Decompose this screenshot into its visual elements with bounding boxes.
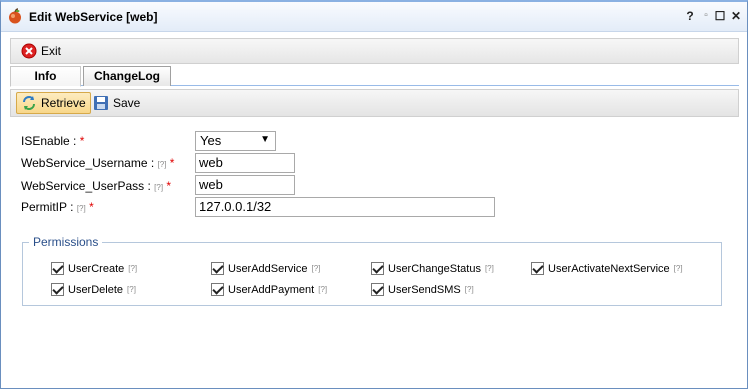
- checkbox-checked-icon[interactable]: [371, 283, 384, 296]
- permission-item[interactable]: UserSendSMS [?]: [371, 283, 474, 296]
- help-marker[interactable]: [?]: [465, 285, 474, 294]
- exit-button[interactable]: Exit: [17, 40, 65, 62]
- permissions-legend: Permissions: [33, 235, 99, 249]
- checkbox-checked-icon[interactable]: [211, 262, 224, 275]
- help-marker[interactable]: [?]: [127, 285, 136, 294]
- help-marker[interactable]: [?]: [311, 264, 320, 273]
- userpass-label: WebService_UserPass :: [21, 179, 151, 193]
- required-marker: *: [166, 179, 172, 193]
- required-marker: *: [169, 156, 175, 170]
- permission-label: UserChangeStatus: [388, 262, 481, 275]
- username-label-row: WebService_Username : [?] *: [21, 156, 174, 170]
- retrieve-button[interactable]: Retrieve: [16, 92, 91, 114]
- tab-changelog[interactable]: ChangeLog: [83, 66, 171, 86]
- retrieve-label: Retrieve: [41, 96, 86, 110]
- floppy-disk-icon: [94, 96, 108, 110]
- permitip-label-row: PermitIP : [?] *: [21, 200, 94, 214]
- dropdown-arrow-icon: ▼: [260, 134, 270, 145]
- isenable-value: Yes: [200, 133, 222, 148]
- checkbox-checked-icon[interactable]: [531, 262, 544, 275]
- username-field[interactable]: web: [195, 153, 295, 173]
- help-marker[interactable]: [?]: [154, 183, 163, 192]
- userpass-field[interactable]: web: [195, 175, 295, 195]
- checkbox-checked-icon[interactable]: [51, 262, 64, 275]
- window-title: Edit WebService [web]: [29, 10, 158, 24]
- permission-label: UserSendSMS: [388, 283, 461, 296]
- minimize-icon[interactable]: ▫: [699, 9, 713, 23]
- exit-label: Exit: [41, 44, 62, 58]
- save-label: Save: [113, 96, 141, 110]
- tab-strip: Info ChangeLog: [10, 65, 739, 87]
- permission-label: UserAddService: [228, 262, 308, 275]
- top-toolbar: Exit: [10, 38, 739, 64]
- help-marker[interactable]: [?]: [485, 264, 494, 273]
- checkbox-checked-icon[interactable]: [51, 283, 64, 296]
- permission-item[interactable]: UserAddService [?]: [211, 262, 320, 275]
- help-marker[interactable]: [?]: [77, 204, 86, 213]
- isenable-select[interactable]: Yes ▼: [195, 131, 276, 151]
- action-toolbar: Retrieve Save: [10, 89, 739, 117]
- permitip-field[interactable]: 127.0.0.1/32: [195, 197, 495, 217]
- checkbox-checked-icon[interactable]: [371, 262, 384, 275]
- permission-label: UserAddPayment: [228, 283, 315, 296]
- isenable-label: ISEnable :: [21, 134, 77, 148]
- isenable-label-row: ISEnable : *: [21, 134, 84, 148]
- permission-label: UserCreate: [68, 262, 125, 275]
- permitip-label: PermitIP :: [21, 200, 74, 214]
- exit-icon: [21, 43, 37, 59]
- help-marker[interactable]: [?]: [318, 285, 327, 294]
- tab-info[interactable]: Info: [10, 66, 81, 87]
- userpass-label-row: WebService_UserPass : [?] *: [21, 179, 171, 193]
- permission-label: UserDelete: [68, 283, 124, 296]
- help-marker[interactable]: [?]: [674, 264, 683, 273]
- refresh-icon: [23, 96, 35, 110]
- required-marker: *: [89, 200, 94, 214]
- checkbox-checked-icon[interactable]: [211, 283, 224, 296]
- help-icon[interactable]: ?: [683, 9, 697, 23]
- permission-item[interactable]: UserChangeStatus [?]: [371, 262, 494, 275]
- required-marker: *: [79, 134, 85, 148]
- permission-label: UserActivateNextService: [548, 262, 670, 275]
- help-marker[interactable]: [?]: [158, 160, 167, 169]
- permission-item[interactable]: UserDelete [?]: [51, 283, 136, 296]
- edit-webservice-window: Edit WebService [web] ? ▫ ☐ ✕ Exit Info …: [0, 0, 748, 389]
- permission-item[interactable]: UserAddPayment [?]: [211, 283, 327, 296]
- title-bar[interactable]: Edit WebService [web] ? ▫ ☐ ✕: [1, 2, 747, 32]
- apple-icon: [9, 8, 21, 24]
- username-label: WebService_Username :: [21, 156, 155, 170]
- close-icon[interactable]: ✕: [729, 9, 743, 23]
- help-marker[interactable]: [?]: [128, 264, 137, 273]
- maximize-icon[interactable]: ☐: [713, 9, 727, 23]
- permission-item[interactable]: UserCreate [?]: [51, 262, 137, 275]
- permission-item[interactable]: UserActivateNextService [?]: [531, 262, 683, 275]
- save-button[interactable]: Save: [89, 92, 144, 114]
